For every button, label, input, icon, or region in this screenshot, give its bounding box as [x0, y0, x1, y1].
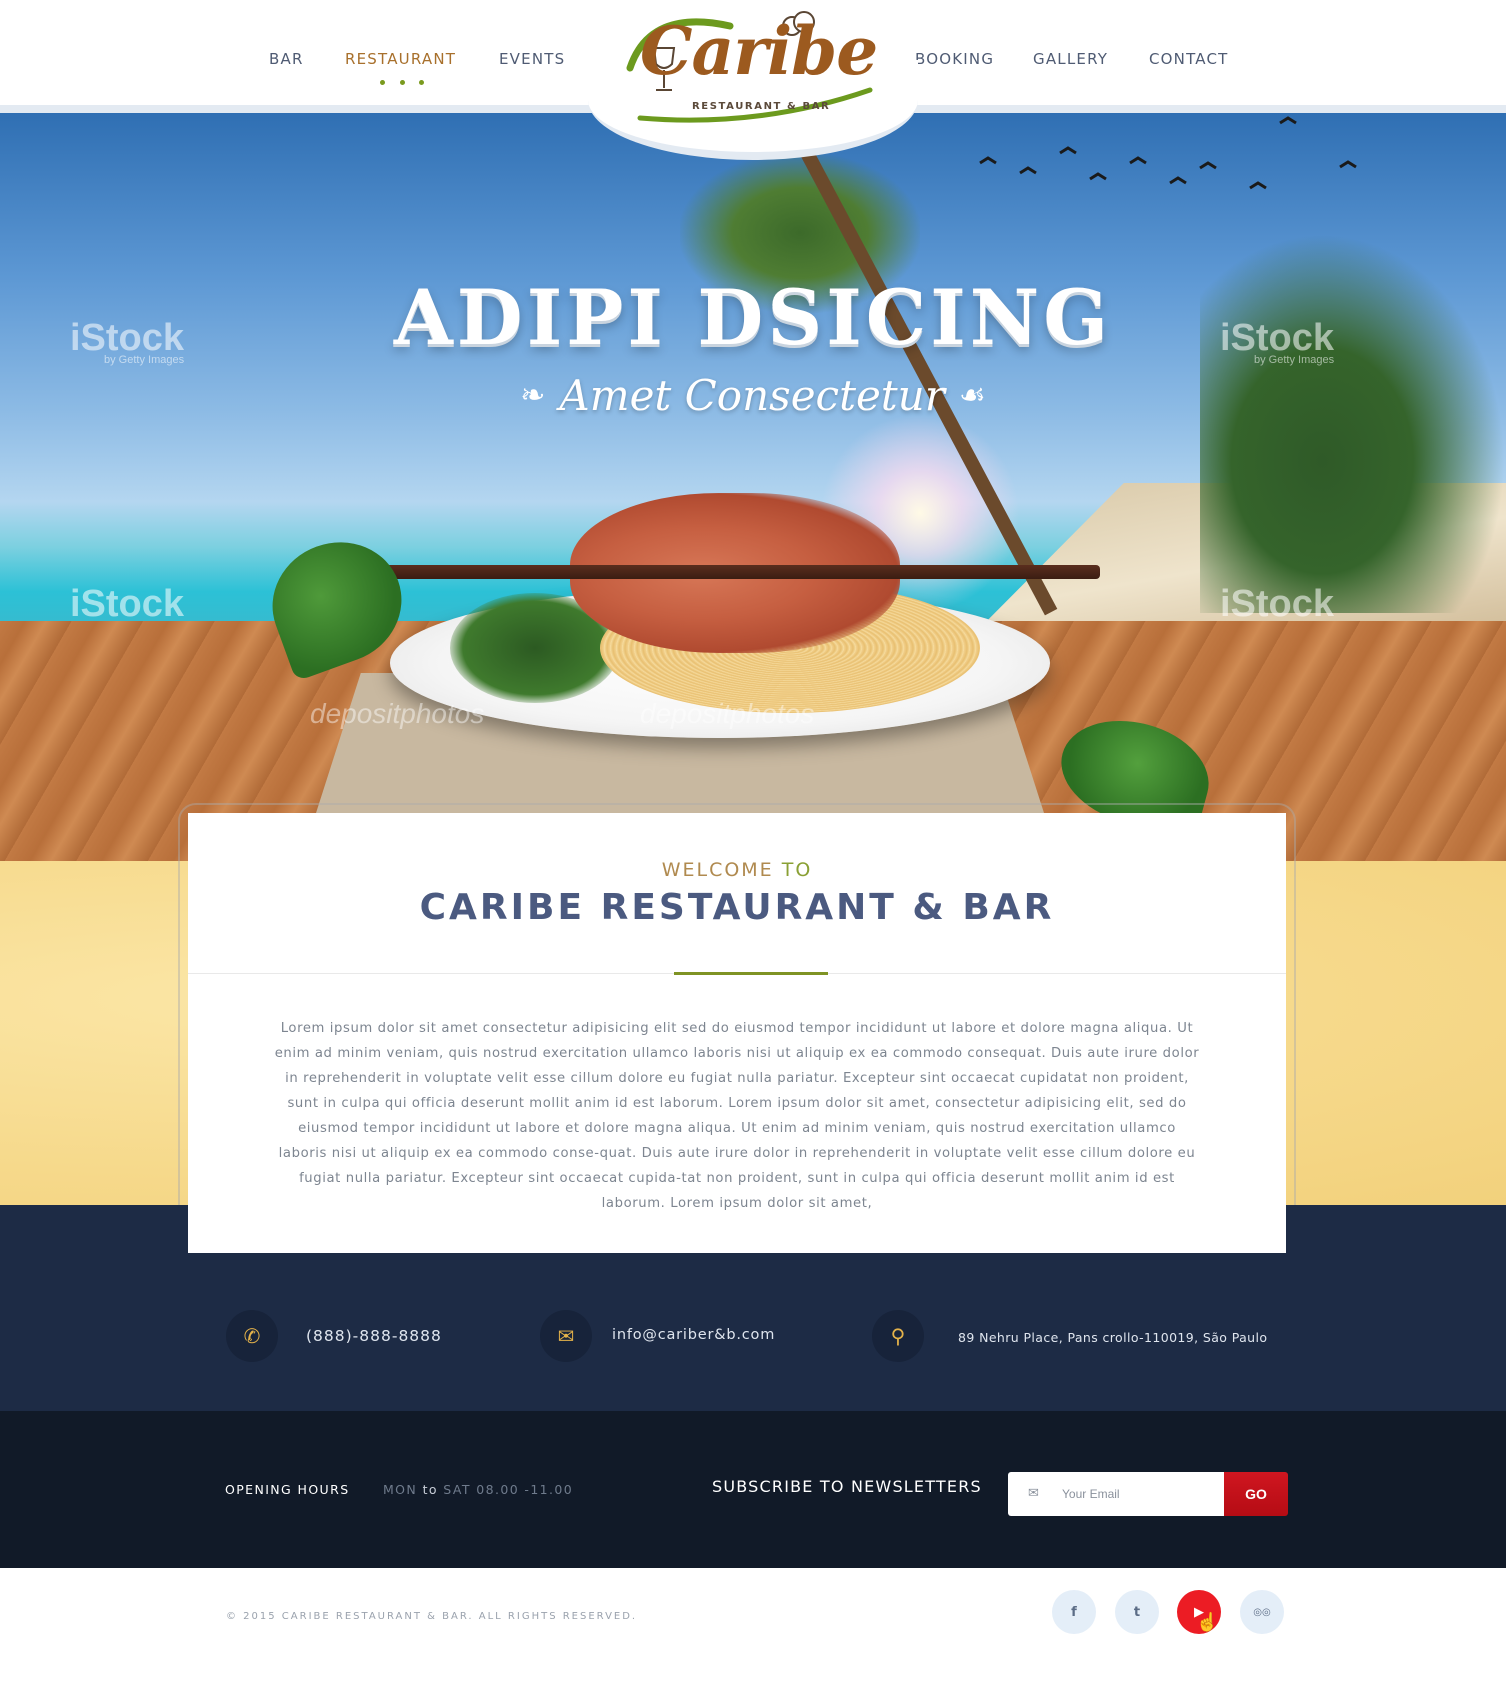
hours-newsletter-band: OPENING HOURS MON to SAT 08.00 -11.00 SU… — [0, 1411, 1506, 1568]
copyright: © 2015 CARIBE RESTAURANT & BAR. ALL RIGH… — [226, 1611, 638, 1622]
newsletter-email-input[interactable] — [1062, 1484, 1212, 1504]
nav-contact[interactable]: CONTACT — [1149, 50, 1229, 68]
welcome-title: CARIBE RESTAURANT & BAR — [419, 887, 1055, 928]
opening-hours-label: OPENING HOURS — [225, 1482, 350, 1497]
site-footer: © 2015 CARIBE RESTAURANT & BAR. ALL RIGH… — [0, 1568, 1506, 1686]
map-pin-icon: ⚲ — [872, 1310, 924, 1362]
hero-title: ADIPI DSICING — [393, 273, 1113, 362]
logo-wordmark: Caribe — [640, 12, 878, 90]
newsletter-field: ✉ — [1008, 1472, 1224, 1516]
birds-icon — [979, 116, 1357, 190]
active-indicator-dots — [380, 80, 424, 88]
watermark-istock: iStock — [1220, 583, 1335, 625]
hero-subtitle: Amet Consectetur — [559, 371, 945, 420]
opening-hours-value: MON to SAT 08.00 -11.00 — [383, 1482, 574, 1497]
phone-icon: ✆ — [226, 1310, 278, 1362]
envelope-icon: ✉ — [1028, 1485, 1039, 1500]
welcome-body: Lorem ipsum dolor sit amet consectetur a… — [274, 1021, 1200, 1211]
newsletter-go-button[interactable]: GO — [1224, 1472, 1288, 1516]
watermark-depositphotos: depositphotos — [640, 698, 815, 729]
chopsticks — [356, 565, 1100, 579]
nav-gallery[interactable]: GALLERY — [1033, 50, 1108, 68]
facebook-icon[interactable]: f — [1052, 1590, 1096, 1634]
welcome-card: WELCOME TO CARIBE RESTAURANT & BAR Lorem… — [188, 813, 1286, 1253]
welcome-eyebrow: WELCOME TO — [661, 859, 813, 881]
contact-address: 89 Nehru Place, Pans crollo-110019, São … — [958, 1330, 1268, 1345]
logo-tagline: RESTAURANT & BAR — [692, 101, 831, 112]
watermark-istock: iStock — [70, 583, 185, 625]
nav-booking[interactable]: BOOKING — [915, 50, 994, 68]
envelope-icon: ✉ — [540, 1310, 592, 1362]
hand-cursor-icon: ☝ — [1196, 1612, 1219, 1632]
nav-restaurant[interactable]: RESTAURANT — [345, 50, 456, 68]
tripadvisor-icon[interactable]: ◎◎ — [1240, 1590, 1284, 1634]
nav-events[interactable]: EVENTS — [499, 50, 565, 68]
nav-bar[interactable]: BAR — [269, 50, 304, 68]
newsletter-label: SUBSCRIBE TO NEWSLETTERS — [712, 1477, 982, 1496]
hero-banner: iStock by Getty Images iStock by Getty Ima… — [0, 113, 1506, 861]
contact-phone[interactable]: (888)-888-8888 — [306, 1327, 442, 1345]
contact-email[interactable]: info@cariber&b.com — [612, 1327, 775, 1343]
watermark-depositphotos: depositphotos — [310, 698, 485, 729]
accent-underline — [674, 972, 828, 975]
flourish-right-icon: ☙ — [958, 379, 986, 412]
hero-subtitle-row: ❧ Amet Consectetur ☙ — [0, 371, 1506, 420]
site-logo[interactable]: Caribe RESTAURANT & BAR — [620, 8, 888, 126]
flourish-left-icon: ❧ — [520, 379, 546, 412]
twitter-icon[interactable]: t — [1115, 1590, 1159, 1634]
